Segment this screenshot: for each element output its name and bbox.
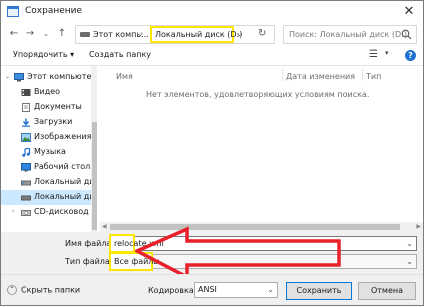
address-bar[interactable]: Этот компь... › Локальный диск (D:) ⌄ ↻	[75, 25, 275, 44]
sidebar-item-downloads[interactable]: Загрузки	[1, 115, 97, 130]
music-folder-icon	[22, 148, 31, 157]
sidebar-item-label: Загрузки	[34, 117, 73, 126]
encoding-select[interactable]: ANSI ⌄	[194, 282, 278, 298]
sidebar-item-label: Музыка	[34, 147, 66, 156]
scroll-left-icon[interactable]: ◀	[102, 223, 107, 230]
sidebar-item-label: Локальный диск	[34, 192, 97, 201]
help-icon[interactable]: ?	[405, 50, 416, 61]
video-folder-icon	[21, 89, 31, 96]
filetype-label: Тип файла:	[65, 257, 113, 266]
sidebar-item-documents[interactable]: Документы	[1, 100, 97, 115]
sidebar-scrollbar-thumb[interactable]	[92, 122, 97, 230]
encoding-value: ANSI	[198, 285, 217, 294]
close-icon: ✕	[403, 4, 415, 19]
computer-icon	[14, 73, 24, 82]
chevron-down-icon: ⌄	[43, 30, 49, 38]
arrow-right-icon: →	[25, 28, 35, 39]
sidebar-item-label: CD-дисковод (E	[34, 207, 97, 216]
drive-icon	[21, 195, 31, 201]
filetype-dropdown-icon[interactable]: ⌄	[406, 257, 413, 266]
empty-folder-message: Нет элементов, удовлетворяющих условиям …	[146, 90, 370, 99]
refresh-icon[interactable]: ↻	[258, 28, 266, 39]
save-dialog: Сохранение ✕ ← → ⌄ ↑ Этот компь... › Лок…	[0, 0, 424, 306]
sidebar-item-local-disk-d[interactable]: Локальный диск	[1, 190, 97, 205]
breadcrumb-local-disk[interactable]: Локальный диск (D:)	[155, 30, 242, 39]
recent-locations-button[interactable]: ⌄	[39, 27, 53, 41]
filename-label: Имя файла:	[65, 239, 115, 248]
view-options-icon[interactable]: ☰	[369, 49, 378, 60]
cancel-button[interactable]: Отмена	[358, 282, 416, 300]
column-header-name[interactable]: Имя	[116, 72, 133, 81]
breadcrumb-separator-icon[interactable]: ›	[140, 29, 143, 38]
breadcrumb-drive-highlight[interactable]: Локальный диск (D:)	[150, 26, 242, 43]
title-bar: Сохранение ✕	[1, 1, 423, 23]
annotation-arrow	[135, 226, 341, 280]
chevron-up-icon: ⌃	[7, 285, 17, 295]
drive-icon	[21, 180, 31, 186]
chevron-down-icon: ⌄	[267, 285, 274, 294]
documents-folder-icon	[22, 103, 30, 112]
search-box[interactable]: Поиск: Локальный диск (D:)	[283, 25, 417, 44]
close-button[interactable]: ✕	[401, 4, 417, 20]
sidebar-item-label: Этот компьютер	[27, 72, 97, 81]
file-list[interactable]: Имя Дата изменения Тип Нет элементов, уд…	[100, 66, 423, 233]
hide-folders-label: Скрыть папки	[21, 285, 81, 295]
sidebar-item-label: Локальный диск	[34, 177, 97, 186]
navigation-pane: ⌄ Этот компьютер Видео Документы Загрузк…	[1, 66, 97, 233]
navigation-bar: ← → ⌄ ↑ Этот компь... › Локальный диск (…	[1, 23, 423, 47]
cd-drive-icon	[21, 210, 31, 216]
new-folder-button[interactable]: Создать папку	[89, 50, 151, 59]
arrow-up-icon: ↑	[57, 28, 67, 39]
sidebar-item-pictures[interactable]: Изображения	[1, 130, 97, 145]
pictures-folder-icon	[21, 133, 31, 142]
window-title: Сохранение	[25, 6, 83, 16]
hide-folders-toggle[interactable]: ⌃ Скрыть папки	[7, 285, 80, 295]
desktop-folder-icon	[21, 163, 31, 172]
sidebar-item-video[interactable]: Видео	[1, 85, 97, 100]
search-icon	[401, 29, 412, 40]
column-header-type[interactable]: Тип	[366, 72, 381, 81]
filename-dropdown-icon[interactable]: ⌄	[406, 239, 413, 248]
scroll-right-icon[interactable]: ▶	[416, 223, 421, 230]
sidebar-item-label: Рабочий стол	[34, 162, 91, 171]
notepad-app-icon	[7, 6, 19, 17]
save-button[interactable]: Сохранить	[286, 282, 352, 300]
address-dropdown-icon[interactable]: ⌄	[236, 29, 243, 38]
sidebar-item-desktop[interactable]: Рабочий стол	[1, 160, 97, 175]
sidebar-item-local-disk-c[interactable]: Локальный диск	[1, 175, 97, 190]
column-header-date-modified[interactable]: Дата изменения	[286, 72, 355, 81]
arrow-left-icon: ←	[9, 28, 19, 39]
forward-button[interactable]: →	[23, 27, 37, 41]
sidebar-item-this-pc[interactable]: ⌄ Этот компьютер	[1, 70, 97, 85]
sidebar-item-label: Видео	[34, 87, 61, 96]
back-button[interactable]: ←	[7, 27, 21, 41]
sidebar-item-cd-drive[interactable]: › CD-дисковод (E	[1, 205, 97, 220]
sidebar-item-label: Изображения	[34, 132, 92, 141]
sidebar-item-music[interactable]: Музыка	[1, 145, 97, 160]
downloads-folder-icon	[22, 118, 30, 127]
main-pane: ⌄ Этот компьютер Видео Документы Загрузк…	[1, 65, 423, 233]
column-separator[interactable]	[362, 69, 363, 81]
view-dropdown-icon[interactable]: ▾	[385, 49, 389, 57]
search-input[interactable]: Поиск: Локальный диск (D:)	[289, 30, 407, 39]
sidebar-item-label: Документы	[34, 102, 82, 111]
column-separator[interactable]	[282, 69, 283, 81]
organize-button[interactable]: Упорядочить ▾	[13, 50, 74, 59]
dialog-footer: ⌃ Скрыть папки Кодировка: ANSI ⌄ Сохранит…	[1, 274, 423, 305]
drive-icon	[80, 32, 90, 37]
command-bar: Упорядочить ▾ Создать папку ☰ ▾ ?	[1, 47, 423, 65]
encoding-label: Кодировка:	[148, 286, 197, 295]
up-button[interactable]: ↑	[55, 27, 69, 41]
